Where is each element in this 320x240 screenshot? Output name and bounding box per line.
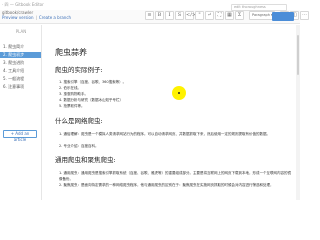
table-button[interactable]: ▦ xyxy=(225,11,234,20)
add-article-button[interactable]: + Add an article xyxy=(3,130,37,142)
header-links: Preview version | Create a branch xyxy=(2,15,102,20)
more-button[interactable]: ⋯ xyxy=(300,11,309,20)
math-button[interactable]: Σ xyxy=(235,11,244,20)
sidebar-item[interactable]: 5. 一般流程 xyxy=(0,76,41,82)
section-heading: 爬虫的实际例子: xyxy=(55,66,103,74)
code-button[interactable]: </> xyxy=(185,11,196,20)
bold-button[interactable]: B xyxy=(155,11,164,20)
quote-button[interactable]: " xyxy=(195,11,204,20)
sidebar-item[interactable]: 3. 爬虫进阶 xyxy=(0,60,41,66)
section-heading: 什么是网络爬虫: xyxy=(55,117,103,125)
list-item: 1. 通俗理解：爬虫是一个模拟人类请求网站行为的程序。可以自动请求网页、并数据抓… xyxy=(59,132,270,136)
section-heading: 通用爬虫和聚焦爬虫: xyxy=(55,156,116,164)
mouse-cursor-highlight xyxy=(172,86,186,100)
link-button[interactable]: ⤶ xyxy=(205,11,214,20)
list-item: 2. 专业介绍：百度百科。 xyxy=(59,144,99,148)
cursor-dot xyxy=(178,92,180,94)
sidebar-item[interactable]: 4. 工具介绍 xyxy=(0,68,41,74)
page-title: 爬虫蒜养 xyxy=(55,48,87,57)
list-item: 2. 聚焦爬虫：是面向特定需求的一种网络爬虫程序，他与通用爬虫的区别在于：聚焦爬… xyxy=(59,183,274,187)
editor-scrollbar[interactable] xyxy=(296,25,300,200)
sidebar-item[interactable]: 6. 注意事项 xyxy=(0,84,41,90)
top-bar: gitbook/crawler Preview version | Create a… xyxy=(0,10,309,24)
sidebar: PLAN 1. 爬虫简介 2. 爬虫初步 3. 爬虫进阶 4. 工具介绍 5. … xyxy=(0,25,42,200)
image-button[interactable]: ⛶ xyxy=(215,11,224,20)
italic-button[interactable]: I xyxy=(165,11,174,20)
sidebar-item[interactable]: 1. 爬虫简介 xyxy=(0,44,41,50)
breadcrumb: gitbook/crawler Preview version | Create a… xyxy=(2,10,102,20)
sidebar-section-label: PLAN xyxy=(15,29,27,34)
strikethrough-button[interactable]: S xyxy=(175,11,184,20)
list-item: 5. 抢票软件等。 xyxy=(59,104,85,108)
link-separator: | xyxy=(35,15,37,20)
save-button[interactable] xyxy=(272,12,294,21)
align-button[interactable]: ≡ xyxy=(145,11,154,20)
create-branch-link[interactable]: Create a branch xyxy=(39,15,71,20)
preview-version-link[interactable]: Preview version xyxy=(2,15,34,20)
window-title: · 四 — Gitbook Editor xyxy=(2,2,44,7)
sidebar-item-active[interactable]: 2. 爬虫初步 xyxy=(0,52,41,58)
list-item: 1. 通用爬虫：通用爬虫是搜索引擎抓取系统（百度、谷歌、雅虎等）的重要组成部分。… xyxy=(59,171,291,181)
scrollbar-thumb[interactable] xyxy=(297,35,299,75)
subject-input[interactable]: edit thoroughness xyxy=(231,4,287,11)
